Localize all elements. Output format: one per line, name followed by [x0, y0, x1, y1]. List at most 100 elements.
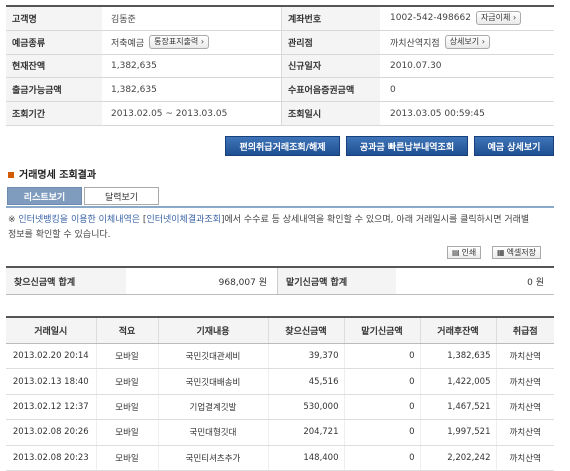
table-row[interactable]: 2013.02.20 20:14 모바일 국민깃대관세비 39,370 0 1,382,6…: [6, 343, 554, 370]
cell-balance: 1,467,521: [420, 394, 497, 421]
cell-branch: 까치산역: [496, 394, 554, 421]
col-header-deposited: 맡기신금액: [344, 316, 421, 344]
value-deposit-type: 저축예금: [111, 38, 145, 49]
cell-datetime[interactable]: 2013.02.08 20:23: [6, 445, 97, 471]
tab-calendar-view[interactable]: 달력보기: [84, 187, 159, 205]
label-period: 조회기간: [6, 102, 102, 125]
deposit-type-cell: 저축예금 통장표지출력 ›: [102, 30, 282, 54]
print-label: 인쇄: [461, 248, 477, 257]
label-customer-name: 고객명: [6, 7, 102, 30]
cell-datetime[interactable]: 2013.02.08 20:26: [6, 419, 97, 446]
info-row-balance: 현재잔액 1,382,635 신규일자 2010.07.30: [6, 54, 554, 79]
print-button[interactable]: ▤ 인쇄: [447, 246, 482, 259]
cell-deposited: 0: [344, 343, 421, 370]
excel-save-button[interactable]: ▦ 엑셀저장: [492, 246, 542, 259]
print-passbook-cover-label: 통장표지출력: [154, 37, 199, 47]
chevron-right-icon: ›: [481, 37, 485, 47]
transfer-button-label: 자금이체: [480, 13, 511, 23]
cell-memo: 모바일: [96, 368, 159, 395]
cell-withdrawn: 148,400: [268, 445, 345, 471]
cell-balance: 1,997,521: [420, 419, 497, 446]
deposit-detail-button[interactable]: 예금 상세보기: [474, 136, 554, 156]
chevron-right-icon: ›: [512, 13, 517, 23]
info-row-withdrawable: 출금가능금액 1,382,635 수표어음증권금액 0: [6, 78, 554, 103]
value-open-date: 2010.07.30: [390, 60, 442, 71]
col-header-description: 기재내용: [158, 316, 269, 344]
cell-datetime[interactable]: 2013.02.13 18:40: [6, 368, 97, 395]
branch-detail-button[interactable]: 상세보기 ›: [444, 35, 490, 50]
transfer-button[interactable]: 자금이체 ›: [475, 11, 522, 26]
cell-withdrawn: 39,370: [268, 343, 345, 370]
cell-description: 국민깃대관세비: [158, 343, 269, 370]
branch-cell: 까치산역지점 상세보기 ›: [380, 31, 554, 54]
label-withdrawable: 출금가능금액: [6, 78, 102, 102]
col-header-datetime[interactable]: 거래일시: [6, 316, 97, 344]
table-row[interactable]: 2013.02.12 12:37 모바일 기업결계깃발 530,000 0 1,467,5…: [6, 394, 554, 421]
cell-description: 기업결계깃발: [158, 394, 269, 421]
section-title: 거래명세 조회결과: [8, 166, 96, 181]
cell-datetime[interactable]: 2013.02.20 20:14: [6, 343, 97, 370]
cell-memo: 모바일: [96, 419, 159, 446]
cell-deposited: 0: [344, 419, 421, 446]
transaction-table: 거래일시 적요 기재내용 찾으신금액 맡기신금액 거래후잔액 취급점 2013.…: [6, 316, 554, 471]
table-row[interactable]: 2013.02.08 20:26 모바일 국민대형깃대 204,721 0 1,997,5…: [6, 419, 554, 446]
bullet-icon: [8, 172, 14, 178]
cell-description: 국민티셔츠추가: [158, 445, 269, 471]
transfer-history-link[interactable]: 인터넷뱅킹을 이용한 이체내역은: [18, 215, 140, 225]
table-row[interactable]: 2013.02.13 18:40 모바일 국민깃대배송비 45,516 0 1,422,0…: [6, 368, 554, 395]
cell-withdrawn: 530,000: [268, 394, 345, 421]
excel-label: 엑셀저장: [506, 248, 537, 257]
print-passbook-cover-button[interactable]: 통장표지출력 ›: [149, 35, 210, 50]
tab-list-view[interactable]: 리스트보기: [7, 187, 82, 205]
deposited-total-value: 0 원: [527, 277, 544, 288]
value-period: 2013.02.05 ~ 2013.03.05: [102, 102, 282, 125]
convenience-transaction-button[interactable]: 편의취급거래조회/해제: [225, 136, 340, 156]
cell-memo: 모바일: [96, 343, 159, 370]
section-title-text: 거래명세 조회결과: [19, 170, 97, 181]
cell-deposited: 0: [344, 394, 421, 421]
label-check-amount: 수표어음증권금액: [282, 78, 380, 102]
info-row-customer: 고객명 김동준 계좌번호 1002-542-498662 자금이체 ›: [6, 7, 554, 31]
col-header-memo: 적요: [96, 316, 159, 344]
deposited-total-label: 맡기신금액 합계: [278, 268, 396, 294]
withdrawn-total-value: 968,007 원: [126, 268, 278, 294]
transfer-result-link[interactable]: 인터넷이체결과조회: [146, 215, 221, 225]
cell-branch: 까치산역: [496, 419, 554, 446]
table-row[interactable]: 2013.02.08 20:23 모바일 국민티셔츠추가 148,400 0 2,202,…: [6, 445, 554, 471]
cell-balance: 1,382,635: [420, 343, 497, 370]
notice-prefix: ※: [8, 215, 19, 225]
notice-text: ※ 인터넷뱅킹을 이용한 이체내역은 [인터넷이체결과조회]에서 수수료 등 상…: [8, 213, 538, 243]
table-header-row: 거래일시 적요 기재내용 찾으신금액 맡기신금액 거래후잔액 취급점: [6, 316, 554, 344]
col-header-balance: 거래후잔액: [420, 316, 497, 344]
cell-description: 국민대형깃대: [158, 419, 269, 446]
col-header-branch: 취급점: [496, 316, 554, 344]
cell-balance: 2,202,242: [420, 445, 497, 471]
utility-payment-history-button[interactable]: 공과금 빠른납부내역조회: [346, 136, 468, 156]
cell-branch: 까치산역: [496, 368, 554, 395]
value-account-number: 1002-542-498662: [390, 13, 471, 24]
label-current-balance: 현재잔액: [6, 54, 102, 78]
cell-datetime[interactable]: 2013.02.12 12:37: [6, 394, 97, 421]
cell-memo: 모바일: [96, 394, 159, 421]
printer-icon: ▤: [452, 248, 460, 257]
chevron-right-icon: ›: [200, 37, 205, 47]
cell-withdrawn: 45,516: [268, 368, 345, 395]
label-branch: 관리점: [282, 30, 380, 54]
account-number-cell: 1002-542-498662 자금이체 ›: [380, 7, 554, 30]
label-deposit-type: 예금종류: [6, 30, 102, 54]
label-query-time: 조회일시: [282, 102, 380, 125]
cell-branch: 까치산역: [496, 343, 554, 370]
info-row-period: 조회기간 2013.02.05 ~ 2013.03.05 조회일시 2013.0…: [6, 102, 554, 126]
label-account-number: 계좌번호: [282, 7, 380, 30]
cell-deposited: 0: [344, 445, 421, 471]
value-query-time: 2013.03.05 00:59:45: [390, 108, 485, 119]
col-header-withdrawn: 찾으신금액: [268, 316, 345, 344]
cell-deposited: 0: [344, 368, 421, 395]
view-tabs: 리스트보기 달력보기: [6, 187, 554, 208]
label-open-date: 신규일자: [282, 54, 380, 78]
value-customer-name: 김동준: [102, 7, 282, 30]
value-branch: 까치산역지점: [390, 38, 440, 49]
cell-branch: 까치산역: [496, 445, 554, 471]
account-info-table: 고객명 김동준 계좌번호 1002-542-498662 자금이체 › 예금종류…: [6, 5, 554, 126]
excel-icon: ▦: [497, 248, 505, 257]
